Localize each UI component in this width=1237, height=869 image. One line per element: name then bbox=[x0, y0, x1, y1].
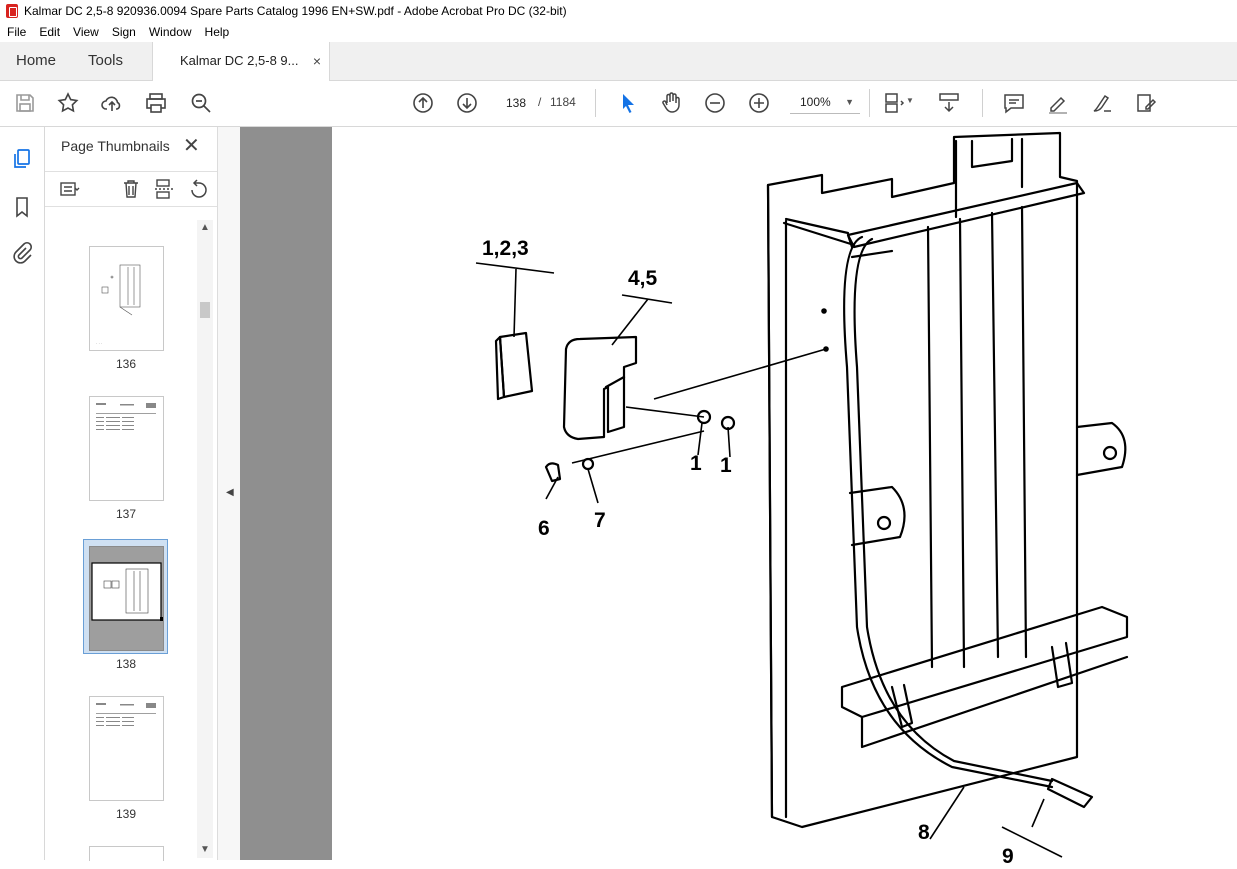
page-thumbnails-icon[interactable] bbox=[10, 147, 34, 171]
chevron-down-icon[interactable]: ▼ bbox=[906, 96, 918, 108]
options-menu-icon[interactable] bbox=[59, 178, 81, 200]
callout-label: 9 bbox=[1002, 845, 1014, 868]
thumbnail-preview bbox=[96, 403, 156, 430]
next-page-icon[interactable] bbox=[455, 91, 479, 115]
zoom-search-icon[interactable] bbox=[189, 91, 213, 115]
rotate-icon[interactable] bbox=[187, 178, 209, 200]
hand-tool-icon[interactable] bbox=[659, 91, 683, 115]
callout-label: 1 bbox=[720, 454, 732, 477]
callout-label: 1 bbox=[690, 452, 702, 475]
callout-label: 8 bbox=[918, 821, 930, 844]
tab-bar: Home Tools Kalmar DC 2,5-8 9... × bbox=[0, 42, 1237, 81]
callout-label: 7 bbox=[594, 509, 606, 532]
toolbar-divider bbox=[595, 89, 596, 117]
panel-title: Page Thumbnails bbox=[61, 138, 170, 154]
left-rail bbox=[0, 127, 45, 860]
menu-bar: File Edit View Sign Window Help bbox=[0, 22, 1237, 42]
tab-document-label: Kalmar DC 2,5-8 9... bbox=[180, 53, 299, 68]
menu-file[interactable]: File bbox=[0, 25, 32, 39]
previous-page-icon[interactable] bbox=[411, 91, 435, 115]
tab-document[interactable]: Kalmar DC 2,5-8 9... × bbox=[152, 42, 330, 81]
scrollbar-thumb[interactable] bbox=[200, 302, 210, 318]
toolbar-divider bbox=[869, 89, 870, 117]
page-total: 1184 bbox=[550, 95, 576, 109]
thumbnail-label: 137 bbox=[115, 507, 137, 521]
thumbnail-page[interactable] bbox=[89, 396, 164, 501]
menu-view[interactable]: View bbox=[66, 25, 105, 39]
panel-collapse-strip[interactable]: ◀ bbox=[217, 127, 240, 860]
thumbnail-preview: · · · bbox=[96, 264, 141, 346]
svg-text:· · ·: · · · bbox=[96, 341, 102, 346]
scroll-down-icon[interactable]: ▼ bbox=[200, 844, 210, 855]
tab-tools[interactable]: Tools bbox=[88, 42, 123, 80]
save-icon[interactable] bbox=[13, 91, 37, 115]
title-bar: Kalmar DC 2,5-8 920936.0094 Spare Parts … bbox=[0, 0, 1237, 22]
panel-toolbar bbox=[45, 171, 217, 207]
pdf-page: 1,2,3 4,5 1 1 6 7 8 9 bbox=[332, 127, 1237, 868]
zoom-out-icon[interactable] bbox=[703, 91, 727, 115]
close-panel-icon[interactable]: ✕ bbox=[183, 133, 200, 158]
print-icon[interactable] bbox=[144, 91, 168, 115]
callout-label: 1,2,3 bbox=[482, 237, 529, 260]
toolbar-divider bbox=[982, 89, 983, 117]
callout-label: 4,5 bbox=[628, 267, 658, 290]
delete-trash-icon[interactable] bbox=[120, 178, 142, 200]
bookmark-star-icon[interactable] bbox=[56, 91, 80, 115]
upload-cloud-icon[interactable] bbox=[100, 91, 124, 115]
bookmark-icon[interactable] bbox=[10, 195, 34, 219]
zoom-value: 100% bbox=[800, 95, 831, 109]
edit-pdf-icon[interactable] bbox=[1134, 91, 1158, 115]
menu-edit[interactable]: Edit bbox=[32, 25, 66, 39]
menu-sign[interactable]: Sign bbox=[105, 25, 142, 39]
thumbnail-page-current[interactable] bbox=[89, 546, 164, 651]
thumbnails-panel: Page Thumbnails ✕ · · · 136 137 138 139 … bbox=[45, 127, 217, 861]
window-title: Kalmar DC 2,5-8 920936.0094 Spare Parts … bbox=[24, 4, 567, 18]
zoom-in-icon[interactable] bbox=[747, 91, 771, 115]
thumbnail-preview bbox=[96, 703, 156, 726]
attachment-paperclip-icon[interactable] bbox=[10, 241, 34, 265]
page-number-input[interactable]: 138 bbox=[497, 91, 535, 115]
collapse-left-icon[interactable]: ◀ bbox=[226, 487, 234, 498]
thumbnail-label: 139 bbox=[115, 807, 137, 821]
close-tab-icon[interactable]: × bbox=[313, 42, 321, 80]
acrobat-logo-icon bbox=[6, 4, 18, 18]
select-cursor-icon[interactable] bbox=[616, 91, 640, 115]
thumbnail-page[interactable] bbox=[89, 696, 164, 801]
page-separator: / bbox=[538, 95, 542, 109]
thumbnail-label: 138 bbox=[115, 657, 137, 671]
thumbnail-page[interactable] bbox=[89, 846, 164, 861]
zoom-select[interactable]: 100% ▼ bbox=[790, 91, 860, 114]
document-view[interactable]: 1,2,3 4,5 1 1 6 7 8 9 bbox=[240, 127, 1237, 868]
scroll-mode-icon[interactable] bbox=[937, 91, 961, 115]
thumbnail-label: 136 bbox=[115, 357, 137, 371]
thumbnail-page[interactable]: · · · bbox=[89, 246, 164, 351]
tab-home[interactable]: Home bbox=[16, 42, 56, 80]
extract-pages-icon[interactable] bbox=[153, 178, 175, 200]
menu-help[interactable]: Help bbox=[198, 25, 236, 39]
main-toolbar bbox=[0, 81, 1237, 127]
chevron-down-icon: ▼ bbox=[845, 97, 854, 107]
comment-icon[interactable] bbox=[1002, 91, 1026, 115]
parts-diagram bbox=[475, 131, 1129, 858]
callout-label: 6 bbox=[538, 517, 550, 540]
scroll-up-icon[interactable]: ▲ bbox=[200, 222, 210, 233]
page-fit-icon[interactable] bbox=[882, 91, 906, 115]
thumbnails-scrollbar[interactable]: ▲ ▼ bbox=[197, 220, 213, 858]
menu-window[interactable]: Window bbox=[142, 25, 198, 39]
fill-sign-icon[interactable] bbox=[1090, 91, 1114, 115]
thumbnail-preview bbox=[91, 562, 164, 621]
highlight-pen-icon[interactable] bbox=[1046, 91, 1070, 115]
